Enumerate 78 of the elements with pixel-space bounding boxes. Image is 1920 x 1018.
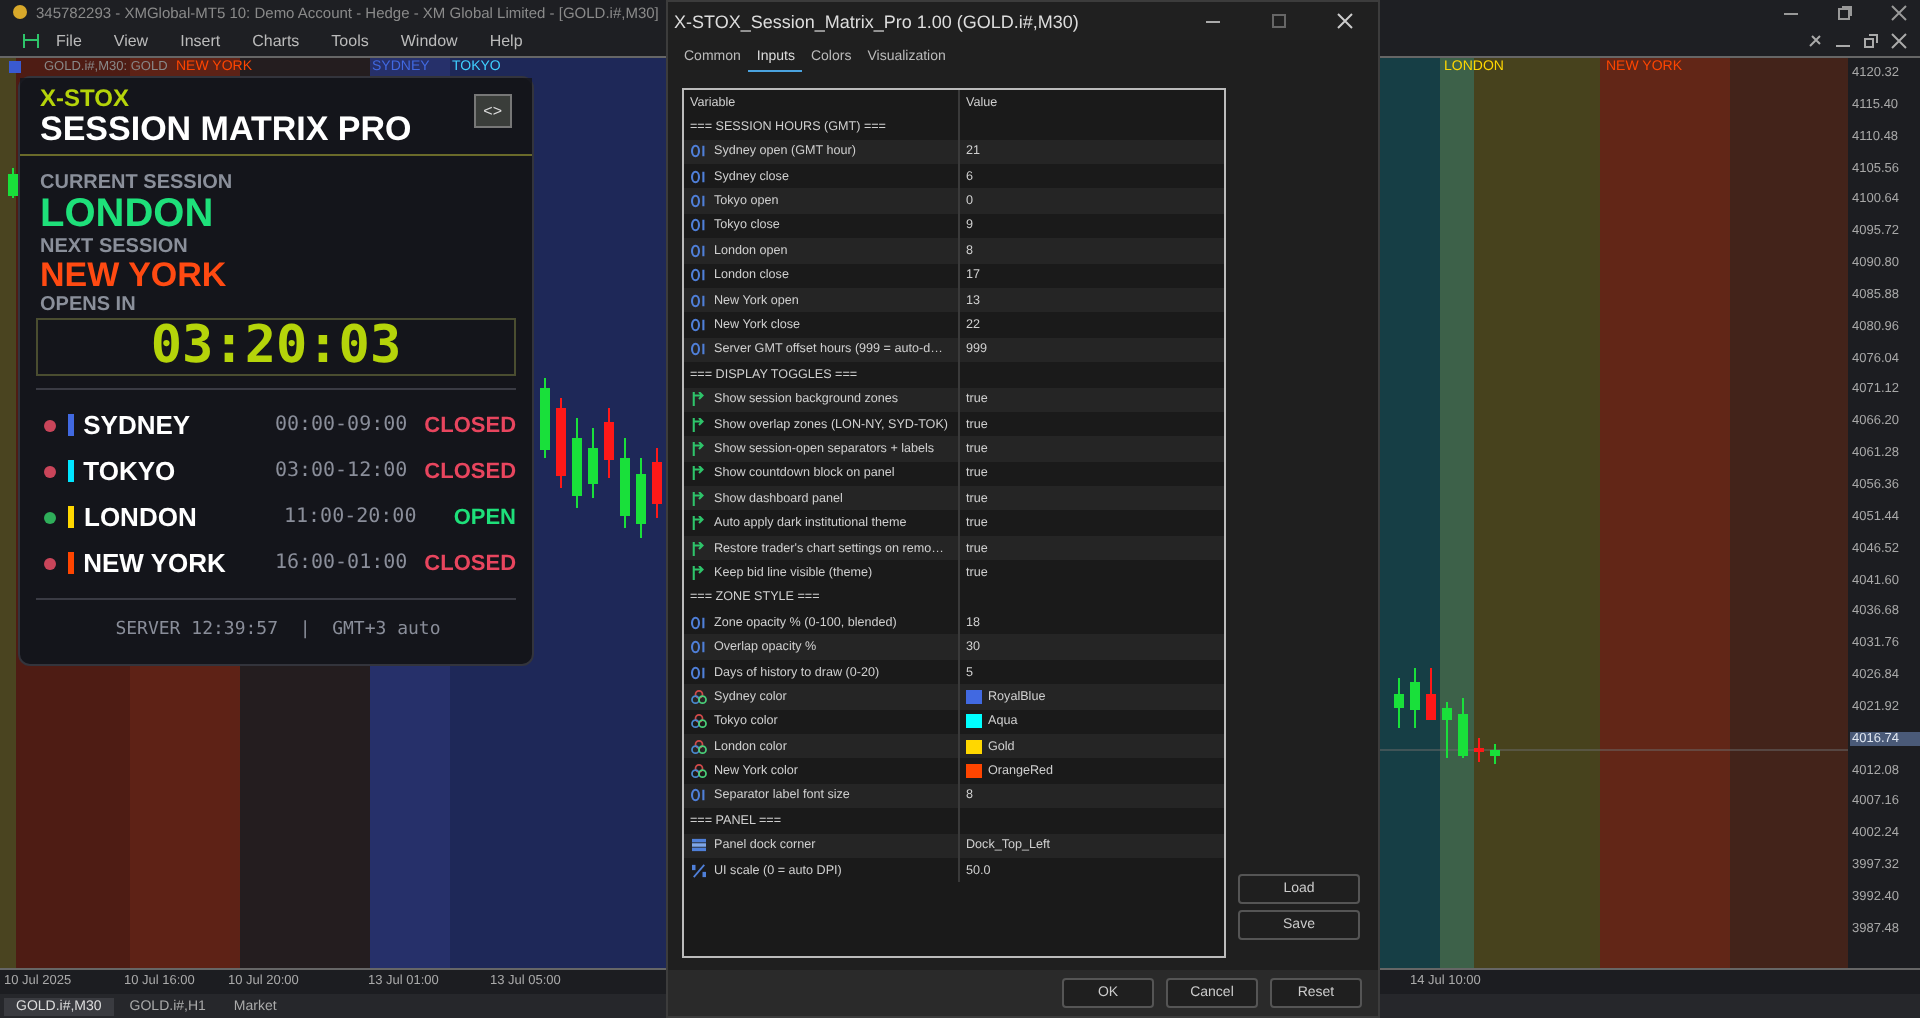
- toggle-type-icon: [690, 516, 708, 531]
- session-name: TOKYO: [83, 456, 178, 486]
- candle: [572, 417, 582, 509]
- next-session-value: NEW YORK: [40, 258, 229, 294]
- candle: [1458, 697, 1468, 759]
- number-type-icon: [690, 640, 708, 655]
- toggle-type-icon: [690, 466, 708, 481]
- toggle-type-icon: [690, 392, 708, 407]
- session-hours: 03:00-12:00: [274, 460, 410, 482]
- session-status: CLOSED: [424, 551, 517, 575]
- dialog-title: X-STOX_Session_Matrix_Pro 1.00 (GOLD.i#,M30): [674, 11, 1081, 32]
- session-name: NEW YORK: [83, 548, 228, 578]
- candle: [652, 447, 662, 519]
- restore-icon[interactable]: [1862, 31, 1880, 49]
- menu-item[interactable]: File: [40, 31, 98, 49]
- brand-label: X-STOX: [40, 86, 131, 112]
- bars-icon[interactable]: [22, 31, 40, 49]
- toggle-type-icon: [690, 441, 708, 456]
- session-status: CLOSED: [424, 459, 517, 483]
- number-type-icon: [690, 342, 708, 357]
- menu-item[interactable]: Charts: [236, 31, 316, 49]
- menu-item[interactable]: View: [97, 31, 165, 49]
- menu-item[interactable]: Help: [473, 31, 539, 49]
- candle: [1410, 667, 1420, 729]
- toggle-type-icon: [690, 491, 708, 506]
- session-hours: 16:00-01:00: [274, 552, 410, 574]
- maximize-icon[interactable]: [1270, 12, 1288, 31]
- toggle-type-icon: [690, 565, 708, 580]
- current-session-value: LONDON: [40, 194, 216, 236]
- number-type-icon: [690, 268, 708, 283]
- session-status: CLOSED: [424, 413, 517, 437]
- number-type-icon: [690, 665, 708, 679]
- current-session-label: CURRENT SESSION: [40, 172, 235, 194]
- toggle-type-icon: [690, 417, 708, 432]
- candle: [620, 437, 630, 529]
- menu-item[interactable]: Window: [384, 31, 474, 49]
- candle: [1426, 667, 1436, 720]
- panel-title: SESSION MATRIX PRO: [40, 112, 414, 148]
- next-session-label: NEXT SESSION: [40, 236, 190, 258]
- candle: [1474, 737, 1484, 763]
- session-name: LONDON: [84, 502, 199, 532]
- session-hours: 11:00-20:00: [284, 506, 419, 528]
- menu-item[interactable]: Tools: [315, 31, 385, 49]
- number-type-icon: [690, 144, 708, 159]
- toggle-type-icon: [690, 541, 708, 556]
- candle: [588, 427, 598, 499]
- collapse-button[interactable]: <>: [473, 94, 512, 128]
- candle: [1394, 677, 1404, 729]
- session-name: SYDNEY: [83, 410, 193, 440]
- fraction-icon: [690, 863, 708, 878]
- menu-item[interactable]: Insert: [164, 31, 237, 49]
- pin-icon[interactable]: [1806, 31, 1824, 49]
- list-type-icon: [690, 838, 708, 853]
- session-status: OPEN: [451, 505, 516, 529]
- candle: [1442, 701, 1452, 759]
- candle: [8, 167, 18, 199]
- number-type-icon: [690, 218, 708, 233]
- close-icon[interactable]: [1890, 3, 1908, 21]
- candle: [636, 457, 646, 539]
- opens-in-label: OPENS IN: [40, 294, 138, 316]
- number-type-icon: [690, 169, 708, 184]
- candle: [604, 407, 614, 479]
- server-time-text: SERVER 12:39:57 | GMT+3 auto: [113, 618, 443, 640]
- close-icon[interactable]: [1890, 31, 1908, 49]
- close-icon[interactable]: [1336, 12, 1354, 31]
- number-type-icon: [690, 243, 708, 258]
- number-type-icon: [690, 615, 708, 630]
- candle: [540, 377, 550, 459]
- app-logo-icon: [12, 4, 28, 20]
- number-type-icon: [690, 194, 708, 209]
- restore-icon[interactable]: [1836, 3, 1854, 21]
- number-type-icon: [690, 788, 708, 803]
- countdown-timer: 03:20:03: [36, 318, 516, 376]
- number-type-icon: [690, 318, 708, 333]
- candle: [1490, 743, 1500, 765]
- session-hours: 00:00-09:00: [274, 414, 410, 436]
- candle: [556, 397, 566, 489]
- number-type-icon: [690, 293, 708, 308]
